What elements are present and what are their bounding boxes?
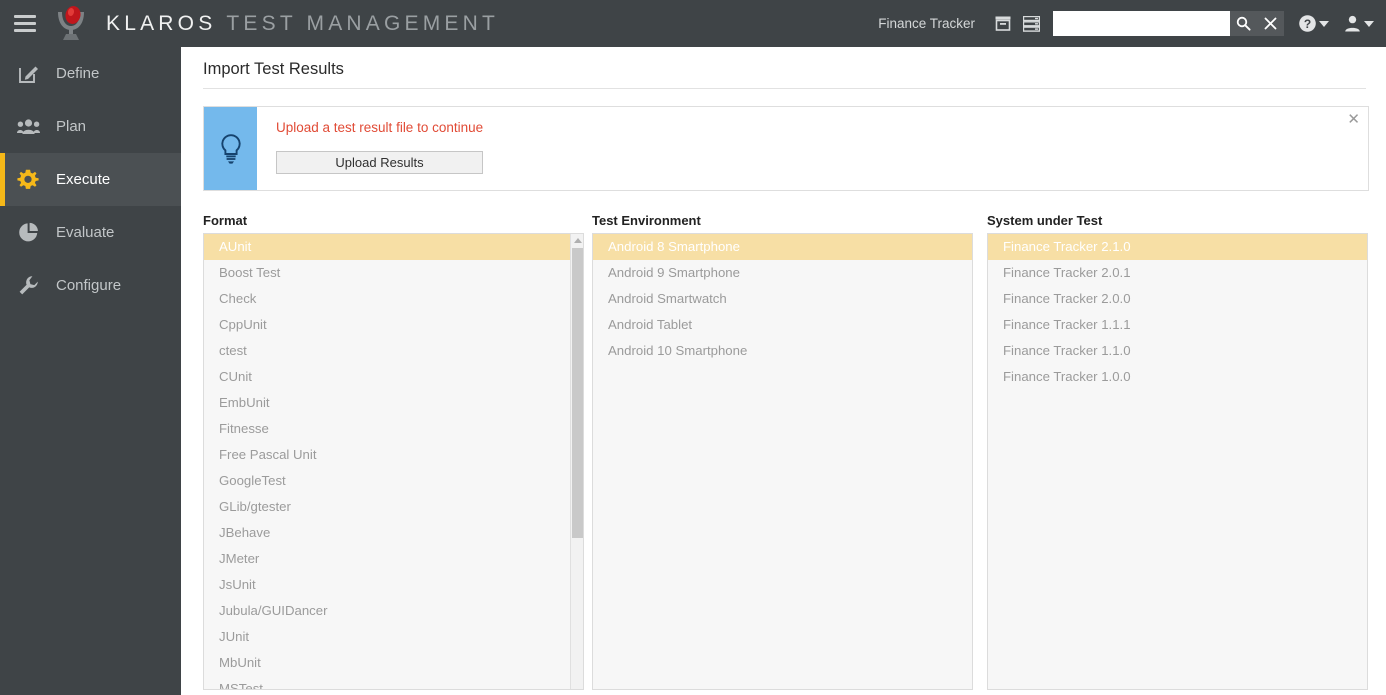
selection-columns: Format AUnit Boost Test Check CppUnit ctest C… [181, 213, 1386, 695]
format-list-item[interactable]: Fitnesse [204, 416, 583, 442]
system-under-test-list-item[interactable]: Finance Tracker 2.0.1 [988, 260, 1367, 286]
format-list-item[interactable]: MbUnit [204, 650, 583, 676]
top-bar-actions: Finance Tracker ? [878, 0, 1386, 47]
test-environment-column: Test Environment Android 8 Smartphone And… [592, 213, 973, 690]
banner-body: Upload a test result file to continue Up… [257, 107, 1368, 190]
format-list-item[interactable]: JBehave [204, 520, 583, 546]
svg-text:?: ? [1304, 17, 1311, 31]
format-list-item[interactable]: CUnit [204, 364, 583, 390]
klaros-logo-icon[interactable] [50, 4, 92, 44]
format-list-item[interactable]: ctest [204, 338, 583, 364]
format-list-item[interactable]: JMeter [204, 546, 583, 572]
format-list: AUnit Boost Test Check CppUnit ctest CUnit Emb… [204, 234, 583, 689]
page-title: Import Test Results [203, 60, 344, 78]
main-content: Import Test Results Upload a test result… [181, 47, 1386, 695]
format-list-item[interactable]: Free Pascal Unit [204, 442, 583, 468]
test-environment-list-item[interactable]: Android Tablet [593, 312, 972, 338]
top-bar: KLAROS TEST MANAGEMENT Finance Tracker ? [0, 0, 1386, 47]
help-circle-icon: ? [1299, 15, 1316, 32]
system-under-test-column: System under Test Finance Tracker 2.1.0 F… [987, 213, 1368, 690]
upload-results-button[interactable]: Upload Results [276, 151, 483, 174]
chevron-down-icon [1319, 20, 1329, 27]
system-under-test-list-item[interactable]: Finance Tracker 1.1.1 [988, 312, 1367, 338]
user-icon [1345, 15, 1360, 32]
format-column: Format AUnit Boost Test Check CppUnit ctest C… [203, 213, 584, 690]
lightbulb-icon [220, 133, 241, 164]
sidebar-item-label: Execute [56, 171, 111, 188]
format-list-item[interactable]: GLib/gtester [204, 494, 583, 520]
test-environment-list-item[interactable]: Android 10 Smartphone [593, 338, 972, 364]
user-menu[interactable] [1343, 14, 1374, 33]
search-icon [1236, 16, 1251, 31]
test-environment-list-item[interactable]: Android 8 Smartphone [593, 234, 972, 260]
hamburger-icon[interactable] [14, 15, 36, 32]
sidebar-item-configure[interactable]: Configure [0, 259, 181, 312]
system-under-test-list-item[interactable]: Finance Tracker 1.0.0 [988, 364, 1367, 390]
scrollbar-thumb[interactable] [572, 248, 583, 538]
banner-close-button[interactable]: ✕ [1347, 112, 1360, 127]
banner-message: Upload a test result file to continue [276, 120, 484, 135]
sidebar-item-label: Plan [56, 118, 87, 135]
format-list-item[interactable]: GoogleTest [204, 468, 583, 494]
format-label: Format [203, 213, 248, 228]
format-list-item[interactable]: JsUnit [204, 572, 583, 598]
system-under-test-list-item[interactable]: Finance Tracker 2.0.0 [988, 286, 1367, 312]
sidebar-item-label: Configure [56, 277, 122, 294]
format-list-item[interactable]: Check [204, 286, 583, 312]
brand-primary: KLAROS [106, 11, 217, 35]
format-scrollbar[interactable] [570, 234, 583, 689]
current-project-label: Finance Tracker [878, 16, 975, 31]
sidebar-item-evaluate[interactable]: Evaluate [0, 206, 181, 259]
clear-search-button[interactable] [1257, 11, 1284, 36]
format-list-item[interactable]: EmbUnit [204, 390, 583, 416]
pie-chart-icon [16, 221, 40, 245]
system-under-test-list: Finance Tracker 2.1.0 Finance Tracker 2.0… [988, 234, 1367, 390]
gear-icon [16, 168, 40, 192]
sidebar-item-execute[interactable]: Execute [0, 153, 181, 206]
chevron-down-icon [1364, 20, 1374, 27]
sidebar: Define Plan Execute Evaluate Configure [0, 47, 181, 695]
sidebar-item-define[interactable]: Define [0, 47, 181, 100]
system-under-test-list-item[interactable]: Finance Tracker 2.1.0 [988, 234, 1367, 260]
format-list-item[interactable]: MSTest [204, 676, 583, 689]
banner-icon-panel [204, 107, 257, 190]
info-banner: Upload a test result file to continue Up… [203, 106, 1369, 191]
close-icon [1264, 17, 1277, 30]
test-environment-list-item[interactable]: Android 9 Smartphone [593, 260, 972, 286]
system-under-test-listbox[interactable]: Finance Tracker 2.1.0 Finance Tracker 2.0… [987, 233, 1368, 690]
format-list-item[interactable]: CppUnit [204, 312, 583, 338]
scroll-up-button[interactable] [571, 234, 583, 247]
format-list-item[interactable]: AUnit [204, 234, 583, 260]
format-list-item[interactable]: JUnit [204, 624, 583, 650]
sidebar-item-plan[interactable]: Plan [0, 100, 181, 153]
chevron-up-icon [573, 238, 582, 243]
archive-box-icon[interactable] [989, 11, 1017, 37]
test-environment-list-item[interactable]: Android Smartwatch [593, 286, 972, 312]
format-list-item[interactable]: Boost Test [204, 260, 583, 286]
brand-secondary: TEST MANAGEMENT [226, 11, 500, 35]
test-environment-listbox[interactable]: Android 8 Smartphone Android 9 Smartphone… [592, 233, 973, 690]
title-divider [203, 88, 1366, 89]
wrench-icon [16, 274, 40, 298]
format-list-item[interactable]: Jubula/GUIDancer [204, 598, 583, 624]
users-group-icon [16, 115, 40, 139]
system-under-test-label: System under Test [987, 213, 1103, 228]
format-listbox[interactable]: AUnit Boost Test Check CppUnit ctest CUnit Emb… [203, 233, 584, 690]
search-button[interactable] [1230, 11, 1257, 36]
search-input[interactable] [1053, 11, 1230, 36]
sidebar-item-label: Evaluate [56, 224, 115, 241]
pencil-square-icon [16, 62, 40, 86]
help-menu[interactable]: ? [1298, 14, 1329, 33]
test-environment-label: Test Environment [592, 213, 701, 228]
system-under-test-list-item[interactable]: Finance Tracker 1.1.0 [988, 338, 1367, 364]
test-environment-list: Android 8 Smartphone Android 9 Smartphone… [593, 234, 972, 364]
brand: KLAROS TEST MANAGEMENT [106, 12, 499, 36]
server-stack-icon[interactable] [1017, 11, 1045, 37]
sidebar-item-label: Define [56, 65, 100, 82]
